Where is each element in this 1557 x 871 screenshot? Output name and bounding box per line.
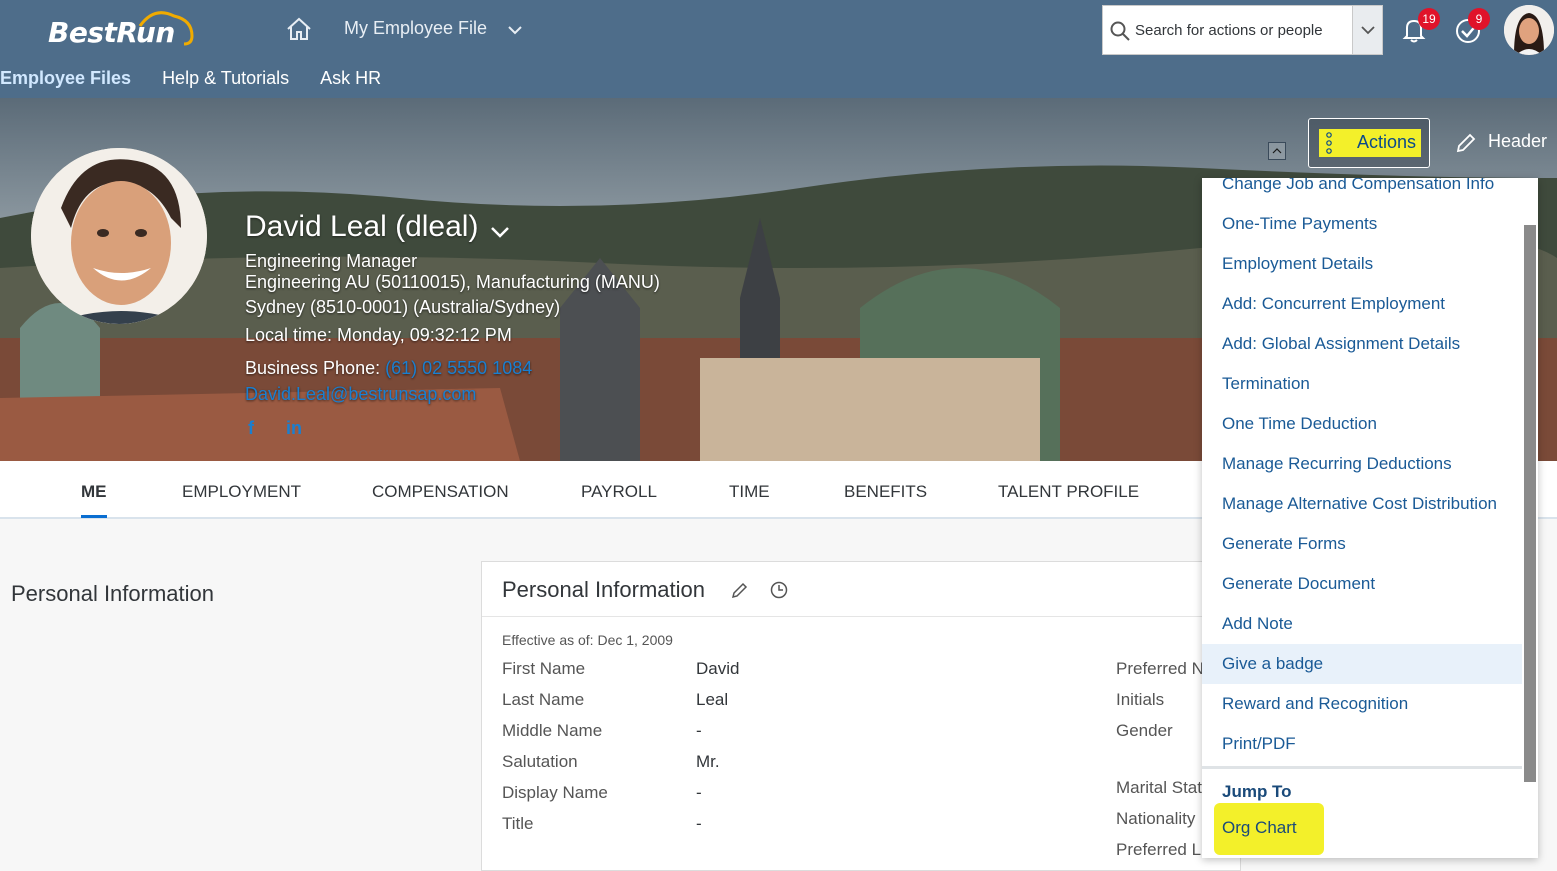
user-avatar[interactable] [1504,5,1554,55]
menu-item-generate-forms[interactable]: Generate Forms [1202,524,1522,564]
employee-photo[interactable] [31,148,207,324]
chevron-down-icon[interactable] [488,220,512,244]
employee-location: Sydney (8510-0001) (Australia/Sydney) [245,297,561,317]
menu-item-give-badge[interactable]: Give a badge [1202,644,1522,684]
field-value: - [696,783,702,802]
employee-job-title: Engineering Manager [245,251,418,271]
header-label: Header [1488,131,1548,151]
menu-item-one-time-payments[interactable]: One-Time Payments [1202,204,1522,244]
card-divider [482,616,1242,617]
app-title[interactable]: My Employee File [344,18,487,39]
menu-item-one-time-deduction[interactable]: One Time Deduction [1202,404,1522,444]
menu-item-global-assignment[interactable]: Add: Global Assignment Details [1202,324,1522,364]
tab-employment[interactable]: EMPLOYMENT [182,482,301,502]
edit-header-button[interactable]: Header [1452,128,1552,158]
home-icon[interactable] [284,14,314,44]
menu-item-termination[interactable]: Termination [1202,364,1522,404]
logo-arc-icon [138,11,194,46]
menu-divider [1202,766,1538,769]
nav-employee-files[interactable]: Employee Files [0,68,131,94]
active-tab-indicator [81,515,107,518]
actions-label: Actions [1357,132,1417,152]
field-label: Preferred N [1116,659,1204,678]
email-link[interactable]: David.Leal@bestrunsap.com [245,384,476,404]
card-title: Personal Information [502,577,705,602]
employee-name: David Leal (dleal) [245,210,479,243]
employee-portrait [31,148,207,324]
pencil-icon [1456,133,1476,153]
field-value: Mr. [696,752,720,771]
pencil-icon[interactable] [730,580,750,600]
tab-benefits[interactable]: BENEFITS [844,482,927,502]
field-label: Initials [1116,690,1165,709]
field-label: Gender [1116,721,1173,740]
field-label: Nationality [1116,809,1196,828]
menu-item-recurring-deductions[interactable]: Manage Recurring Deductions [1202,444,1522,484]
field-value: - [696,814,702,833]
tab-payroll[interactable]: PAYROLL [581,482,657,502]
field-label: Middle Name [502,721,603,740]
menu-item-print-pdf[interactable]: Print/PDF [1202,724,1522,764]
menu-scrollbar[interactable] [1522,225,1538,785]
tab-me[interactable]: ME [81,482,107,502]
notifications-button[interactable]: 19 [1398,8,1440,46]
user-photo [1504,5,1554,55]
menu-item-org-chart[interactable]: Org Chart [1222,818,1297,838]
shell-bar: BestRun My Employee File 19 [0,0,1557,98]
history-icon[interactable] [769,580,789,600]
field-label: Preferred L [1116,840,1202,859]
menu-item-concurrent-employment[interactable]: Add: Concurrent Employment [1202,284,1522,324]
section-title: Personal Information [11,581,214,606]
business-phone-link[interactable]: (61) 02 5550 1084 [385,358,532,378]
tab-talent-profile[interactable]: TALENT PROFILE [998,482,1139,502]
employee-department: Engineering AU (50110015), Manufacturing… [245,272,660,292]
chevron-down-icon [1361,26,1375,35]
field-label: Salutation [502,752,578,771]
facebook-icon[interactable]: f [248,418,254,439]
field-label: Display Name [502,783,608,802]
field-value: - [696,721,702,740]
menu-item-reward-recognition[interactable]: Reward and Recognition [1202,684,1522,724]
linkedin-icon[interactable]: in [286,418,302,439]
notifications-badge: 19 [1418,8,1440,30]
search-icon[interactable] [1109,20,1131,42]
effective-date: Effective as of: Dec 1, 2009 [502,632,673,648]
field-value: Leal [696,690,729,709]
more-vertical-icon [1326,132,1332,154]
sub-nav: Employee Files Help & Tutorials Ask HR [0,68,412,94]
menu-item-employment-details[interactable]: Employment Details [1202,244,1522,284]
field-value: David [696,659,740,678]
tab-time[interactable]: TIME [729,482,770,502]
actions-menu: Change Job and Compensation Info One-Tim… [1202,178,1538,858]
email-row: David.Leal@bestrunsap.com [245,384,476,405]
menu-item-alt-cost-distribution[interactable]: Manage Alternative Cost Distribution [1202,484,1522,524]
field-label: Marital Stat [1116,778,1202,797]
menu-item-generate-document[interactable]: Generate Document [1202,564,1522,604]
tab-compensation[interactable]: COMPENSATION [372,482,509,502]
todo-button[interactable]: 9 [1452,8,1490,46]
menu-item-change-job[interactable]: Change Job and Compensation Info [1202,178,1522,204]
field-label: Title [502,814,534,833]
menu-item-add-note[interactable]: Add Note [1202,604,1522,644]
business-phone-row: Business Phone: (61) 02 5550 1084 [245,358,532,379]
business-phone-label: Business Phone: [245,358,381,378]
bestrun-logo[interactable]: BestRun [48,10,198,50]
nav-ask-hr[interactable]: Ask HR [320,68,381,94]
search-input[interactable] [1135,6,1353,54]
field-label: First Name [502,659,586,678]
nav-help-tutorials[interactable]: Help & Tutorials [162,68,289,94]
todo-badge: 9 [1468,8,1490,30]
field-label: Last Name [502,690,585,709]
employee-local-time: Local time: Monday, 09:32:12 PM [245,325,512,345]
collapse-header-icon[interactable] [1268,142,1286,160]
chevron-down-icon[interactable] [505,20,525,40]
search-scope-dropdown[interactable] [1352,6,1382,54]
search-box [1102,5,1383,55]
personal-information-card: Personal Information Effective as of: De… [481,561,1242,871]
jump-to-heading: Jump To [1222,782,1292,801]
menu-scrollbar-thumb[interactable] [1524,225,1536,782]
actions-button[interactable]: Actions [1308,118,1430,168]
